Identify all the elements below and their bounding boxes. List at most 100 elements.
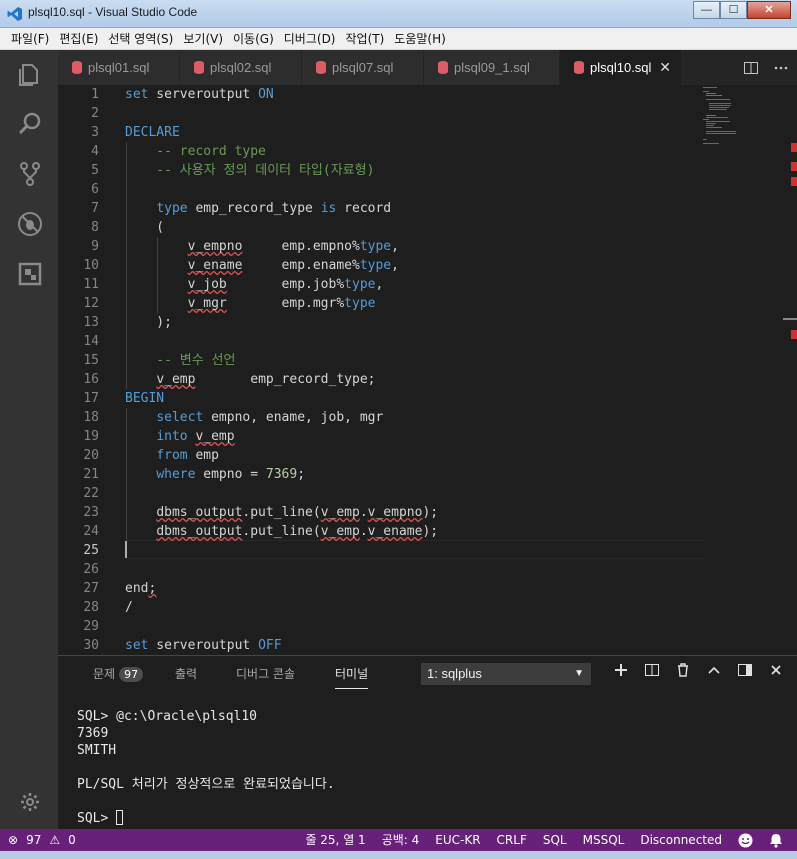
window-title: plsql10.sql - Visual Studio Code — [28, 5, 198, 19]
code-line: 1 set serveroutput ON — [58, 85, 738, 104]
search-icon[interactable] — [17, 111, 43, 137]
terminal-output[interactable]: SQL> @c:\Oracle\plsql107369SMITH​PL/SQL … — [77, 708, 335, 827]
line-number: 6 — [91, 182, 99, 197]
line-number: 10 — [83, 258, 99, 273]
more-actions-icon[interactable] — [773, 60, 789, 76]
error-count: 97 — [26, 833, 42, 847]
line-number: 17 — [83, 391, 99, 406]
menu-file[interactable]: 파일(F) — [6, 28, 54, 49]
code-line: 4 -- record type — [58, 142, 738, 161]
tab-plsql01[interactable]: plsql01.sql — [58, 50, 180, 85]
split-editor-icon[interactable] — [743, 60, 759, 76]
code-line: 6 — [58, 180, 738, 199]
terminal-line: PL/SQL 처리가 정상적으로 완료되었습니다. — [77, 777, 335, 792]
menu-selection[interactable]: 선택 영역(S) — [103, 28, 178, 49]
code-line: 22 — [58, 484, 738, 503]
code-text: -- 변수 선언 — [125, 353, 236, 368]
new-terminal-icon[interactable] — [612, 662, 630, 682]
code-text: set serveroutput OFF — [125, 638, 282, 653]
trash-icon[interactable] — [674, 662, 692, 682]
tab-close-icon[interactable]: ✕ — [659, 50, 671, 85]
code-line: 19 into v_emp — [58, 427, 738, 446]
tab-label: plsql10.sql — [590, 60, 652, 75]
code-line: 3 DECLARE — [58, 123, 738, 142]
code-text: -- record type — [125, 144, 266, 159]
code-text: -- 사용자 정의 데이터 타입(자료형) — [125, 163, 375, 178]
minimap[interactable] — [703, 85, 763, 165]
line-number: 11 — [83, 277, 99, 292]
window-border — [0, 851, 797, 859]
line-number: 14 — [83, 334, 99, 349]
line-number: 5 — [91, 163, 99, 178]
code-line: 5 -- 사용자 정의 데이터 타입(자료형) — [58, 161, 738, 180]
indentation[interactable]: 공백: 4 — [382, 829, 420, 851]
code-line: 26 — [58, 560, 738, 579]
minimize-button[interactable]: — — [693, 1, 720, 19]
sql-dialect[interactable]: MSSQL — [583, 829, 625, 851]
feedback-smiley-icon[interactable] — [738, 833, 753, 848]
terminal-select-value: 1: sqlplus — [427, 666, 482, 681]
code-line: 18 select empno, ename, job, mgr — [58, 408, 738, 427]
close-button[interactable]: ✕ — [747, 1, 791, 19]
end-of-line[interactable]: CRLF — [497, 829, 527, 851]
line-number: 13 — [83, 315, 99, 330]
debug-icon[interactable] — [17, 211, 43, 237]
language-mode[interactable]: SQL — [543, 829, 567, 851]
explorer-icon[interactable] — [17, 61, 43, 87]
code-text: v_ename emp.ename%type, — [187, 258, 399, 273]
code-editor[interactable]: 1 set serveroutput ON 2 3 DECLARE 4 -- record… — [58, 85, 797, 655]
title-bar: plsql10.sql - Visual Studio Code — ☐ ✕ — [0, 0, 797, 28]
extensions-icon[interactable] — [17, 261, 43, 287]
toggle-panel-icon[interactable] — [736, 662, 754, 682]
notification-bell-icon[interactable] — [769, 833, 783, 848]
tab-plsql02[interactable]: plsql02.sql — [180, 50, 302, 85]
line-number: 18 — [83, 410, 99, 425]
menu-debug[interactable]: 디버그(D) — [279, 28, 341, 49]
line-number: 20 — [83, 448, 99, 463]
code-text: / — [125, 600, 133, 615]
menu-tasks[interactable]: 작업(T) — [341, 28, 390, 49]
maximize-button[interactable]: ☐ — [720, 1, 747, 19]
line-number: 7 — [91, 201, 99, 216]
tab-plsql10[interactable]: plsql10.sql ✕ — [560, 50, 682, 85]
warning-icon: ⚠ — [49, 833, 61, 847]
split-terminal-icon[interactable] — [643, 662, 661, 682]
menu-go[interactable]: 이동(G) — [228, 28, 279, 49]
tab-plsql07[interactable]: plsql07.sql — [302, 50, 424, 85]
source-control-icon[interactable] — [17, 161, 43, 187]
overview-ruler[interactable] — [783, 85, 797, 655]
menu-view[interactable]: 보기(V) — [178, 28, 228, 49]
tab-plsql09-1[interactable]: plsql09_1.sql — [424, 50, 560, 85]
line-number: 28 — [83, 600, 99, 615]
close-panel-icon[interactable] — [767, 662, 785, 682]
tab-output[interactable]: 출력 — [175, 665, 197, 682]
code-line: 24 dbms_output.put_line(v_emp.v_ename); — [58, 522, 738, 541]
line-number: 30 — [83, 638, 99, 653]
encoding[interactable]: EUC-KR — [435, 829, 480, 851]
terminal-prompt-line: SQL> — [77, 810, 335, 827]
line-number: 21 — [83, 467, 99, 482]
code-text: ); — [125, 315, 172, 330]
line-number: 3 — [91, 125, 99, 140]
cursor-position[interactable]: 줄 25, 열 1 — [305, 829, 365, 851]
code-text: dbms_output.put_line(v_emp.v_ename); — [156, 524, 439, 539]
problems-status[interactable]: ⊗ 97 ⚠ 0 — [8, 829, 76, 851]
line-number: 8 — [91, 220, 99, 235]
line-number: 9 — [91, 239, 99, 254]
line-number: 19 — [83, 429, 99, 444]
code-text: type emp_record_type is record — [156, 201, 392, 216]
connection-status[interactable]: Disconnected — [640, 829, 722, 851]
tab-terminal[interactable]: 터미널 — [335, 665, 369, 689]
terminal-select[interactable]: 1: sqlplus ▼ — [421, 663, 591, 685]
tab-debug-console[interactable]: 디버그 콘솔 — [236, 665, 295, 682]
menu-help[interactable]: 도움말(H) — [389, 28, 451, 49]
menu-edit[interactable]: 편집(E) — [54, 28, 103, 49]
manage-gear-icon[interactable] — [20, 792, 40, 812]
tab-label: plsql09_1.sql — [454, 60, 530, 75]
chevron-up-icon[interactable] — [705, 662, 723, 682]
code-text: v_emp emp_record_type; — [156, 372, 376, 387]
code-line: 13 ); — [58, 313, 738, 332]
code-line: 11 v_job emp.job%type, — [58, 275, 738, 294]
database-icon — [574, 61, 584, 74]
tab-problems[interactable]: 문제 97 — [93, 665, 144, 682]
